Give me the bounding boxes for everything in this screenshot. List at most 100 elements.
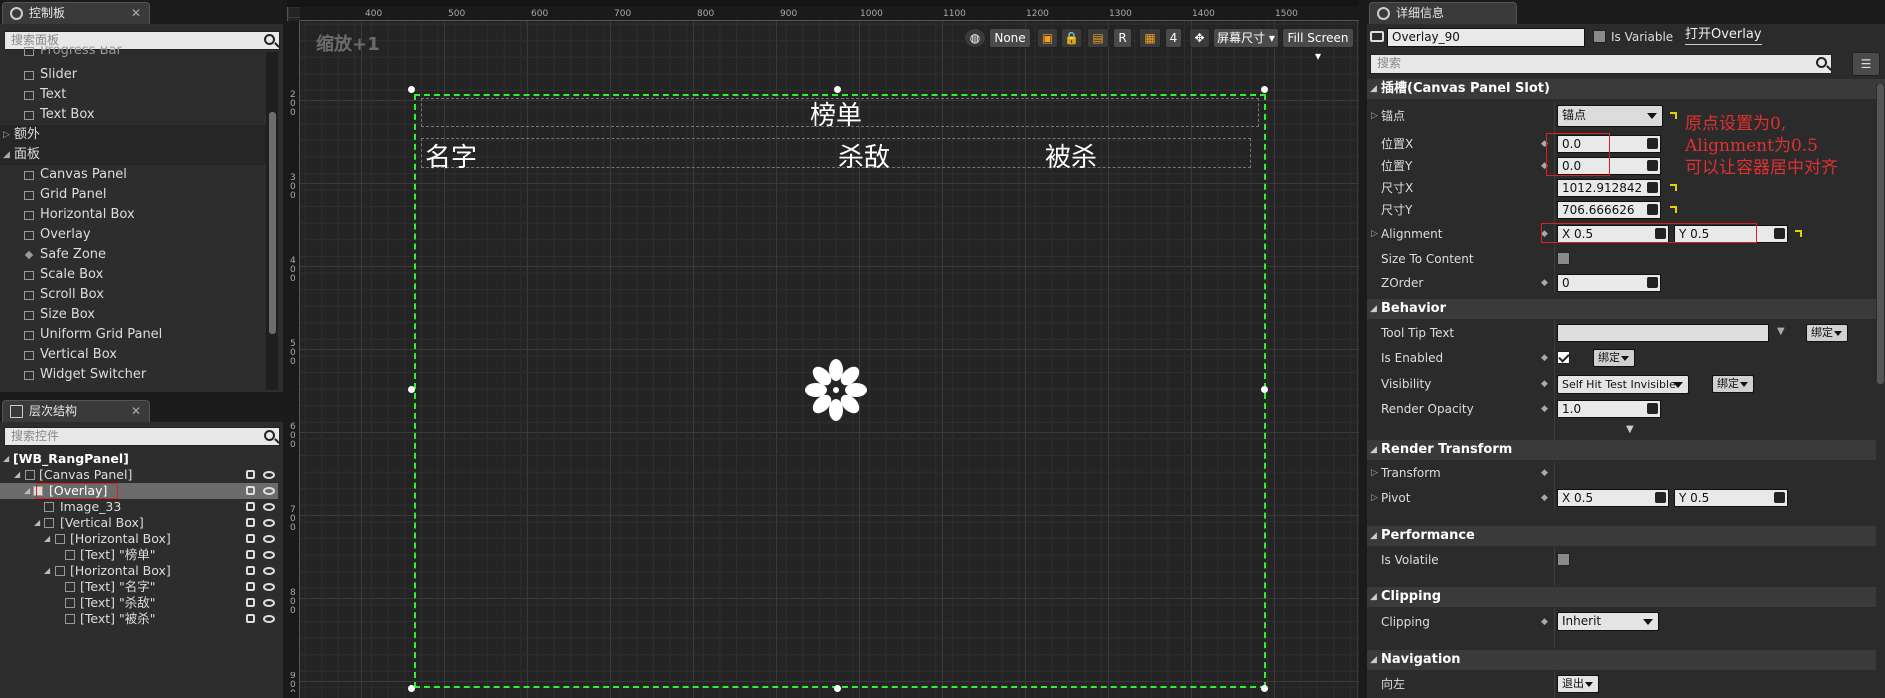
palette-item-uniform-grid-panel[interactable]: Uniform Grid Panel (20, 325, 162, 345)
size-x-input[interactable]: 1012.912842 (1557, 179, 1661, 197)
tree-row-text-kills[interactable]: [Text] "杀敌" (0, 595, 278, 611)
screen-size-dropdown[interactable]: 屏幕尺寸 ▾ (1213, 28, 1279, 48)
globe-icon[interactable]: ◍ (964, 28, 986, 48)
leaderboard-title-text[interactable]: 榜单 (810, 95, 862, 132)
details-scrollbar[interactable] (1876, 84, 1885, 698)
palette-scrollbar-thumb[interactable] (269, 112, 276, 334)
fill-screen-dropdown[interactable]: Fill Screen ▾ (1282, 28, 1354, 63)
eye-icon[interactable] (263, 535, 275, 543)
tree-row-canvas-panel[interactable]: ◢ [Canvas Panel] (0, 467, 278, 483)
respect-locks-button[interactable]: R (1113, 28, 1132, 48)
details-search-input[interactable]: 搜索 (1370, 54, 1832, 74)
section-render-transform[interactable]: ◢ Render Transform (1367, 440, 1885, 460)
eye-icon[interactable] (263, 551, 275, 559)
eye-icon[interactable] (263, 519, 275, 527)
render-opacity-input[interactable]: 1.0 (1557, 400, 1661, 418)
resize-handle[interactable] (408, 86, 415, 93)
reset-to-default-icon[interactable] (1670, 184, 1677, 191)
grid-size-button[interactable]: 4 (1165, 28, 1182, 48)
is-variable-checkbox[interactable] (1593, 30, 1606, 43)
eye-icon[interactable] (263, 471, 275, 479)
zorder-input[interactable]: 0 (1557, 274, 1661, 292)
open-overlay-link[interactable]: 打开Overlay (1685, 26, 1762, 45)
tree-row-text-name[interactable]: [Text] "名字" (0, 579, 278, 595)
palette-item-safe-zone[interactable]: Safe Zone (20, 245, 106, 265)
outline-toggle-icon[interactable]: ▣ (1037, 28, 1058, 48)
palette-item-widget-switcher[interactable]: Widget Switcher (20, 365, 146, 385)
search-icon[interactable] (264, 34, 275, 45)
is-enabled-checkbox[interactable] (1557, 351, 1570, 364)
drag-value-icon[interactable] (1647, 204, 1658, 215)
column-name-text[interactable]: 名字 (425, 137, 477, 174)
resize-handle[interactable] (834, 86, 841, 93)
is-enabled-bind-dropdown[interactable]: 绑定 (1593, 349, 1635, 367)
lock-icon[interactable] (246, 470, 255, 479)
details-scrollbar-thumb[interactable] (1877, 84, 1884, 384)
visibility-bind-dropdown[interactable]: 绑定 (1712, 375, 1754, 393)
palette-item-text-box[interactable]: Text Box (20, 105, 95, 125)
lock-icon[interactable]: 🔒 (1061, 28, 1082, 48)
drag-value-icon[interactable] (1647, 277, 1658, 288)
section-clipping[interactable]: ◢ Clipping (1367, 587, 1885, 607)
reset-to-default-icon[interactable] (1795, 230, 1802, 237)
tree-row-horizontal-box-1[interactable]: ◢ [Horizontal Box] (0, 531, 278, 547)
section-canvas-panel-slot[interactable]: ◢ 插槽(Canvas Panel Slot) (1367, 79, 1885, 99)
palette-item-canvas-panel[interactable]: Canvas Panel (20, 165, 127, 185)
eye-icon[interactable] (263, 487, 275, 495)
eye-icon[interactable] (263, 599, 275, 607)
section-navigation[interactable]: ◢ Navigation (1367, 650, 1885, 670)
drag-value-icon[interactable] (1647, 403, 1658, 414)
lock-icon[interactable] (246, 518, 255, 527)
tab-details[interactable]: 详细信息 (1369, 2, 1517, 24)
lock-icon[interactable] (246, 582, 255, 591)
search-icon[interactable] (264, 430, 275, 441)
palette-item-scale-box[interactable]: Scale Box (20, 265, 103, 285)
drag-value-icon[interactable] (1647, 182, 1658, 193)
palette-item-text[interactable]: Text (20, 85, 66, 105)
close-icon[interactable]: ✕ (131, 401, 141, 421)
palette-item-vertical-box[interactable]: Vertical Box (20, 345, 117, 365)
tab-hierarchy[interactable]: 层次结构 ✕ (2, 400, 150, 422)
pivot-x-input[interactable]: X 0.5 (1557, 489, 1669, 507)
drag-value-icon[interactable] (1647, 160, 1658, 171)
palette-item-grid-panel[interactable]: Grid Panel (20, 185, 107, 205)
palette-category-extra[interactable]: ▷ 额外 (0, 125, 273, 145)
pivot-icon[interactable] (804, 358, 868, 422)
hierarchy-search-input[interactable]: 搜索控件 (4, 427, 280, 446)
tooltip-bind-dropdown[interactable]: 绑定 (1806, 324, 1848, 342)
palette-item-horizontal-box[interactable]: Horizontal Box (20, 205, 135, 225)
clipping-dropdown[interactable]: Inherit (1557, 612, 1659, 631)
chevron-down-icon[interactable]: ▼ (1777, 326, 1785, 337)
tree-row-root[interactable]: ◢ [WB_RangPanel] (0, 451, 278, 467)
drag-value-icon[interactable] (1647, 138, 1658, 149)
tree-row-horizontal-box-2[interactable]: ◢ [Horizontal Box] (0, 563, 278, 579)
resize-handle[interactable] (1261, 685, 1268, 692)
palette-item-size-box[interactable]: Size Box (20, 305, 95, 325)
anchor-dropdown[interactable]: 锚点 (1557, 105, 1663, 127)
palette-item-progress-bar[interactable]: Progress Bar (20, 46, 122, 58)
size-y-input[interactable]: 706.666626 (1557, 201, 1661, 219)
layout-toggle-icon[interactable]: ▤ (1087, 28, 1109, 48)
lock-icon[interactable] (246, 566, 255, 575)
resize-handle[interactable] (408, 685, 415, 692)
lock-icon[interactable] (246, 502, 255, 511)
column-kills-text[interactable]: 杀敌 (838, 137, 890, 174)
visibility-dropdown[interactable]: Self Hit Test Invisible (1557, 375, 1689, 394)
drag-value-icon[interactable] (1774, 228, 1785, 239)
lock-icon[interactable] (246, 486, 255, 495)
palette-item-slider[interactable]: Slider (20, 65, 77, 85)
property-matrix-icon[interactable]: ☰ (1852, 52, 1880, 76)
search-icon[interactable] (1816, 57, 1827, 68)
palette-scrollbar[interactable] (266, 52, 278, 390)
reset-to-default-icon[interactable] (1670, 206, 1677, 213)
tree-row-text-title[interactable]: [Text] "榜单" (0, 547, 278, 563)
tree-row-image[interactable]: Image_33 (0, 499, 278, 515)
pivot-y-input[interactable]: Y 0.5 (1674, 489, 1788, 507)
panel-splitter[interactable] (1359, 0, 1367, 698)
lock-icon[interactable] (246, 550, 255, 559)
lock-icon[interactable] (246, 534, 255, 543)
close-icon[interactable]: ✕ (131, 3, 141, 23)
nav-left-dropdown[interactable]: 退出 (1557, 675, 1599, 693)
lock-icon[interactable] (246, 614, 255, 623)
eye-icon[interactable] (263, 567, 275, 575)
